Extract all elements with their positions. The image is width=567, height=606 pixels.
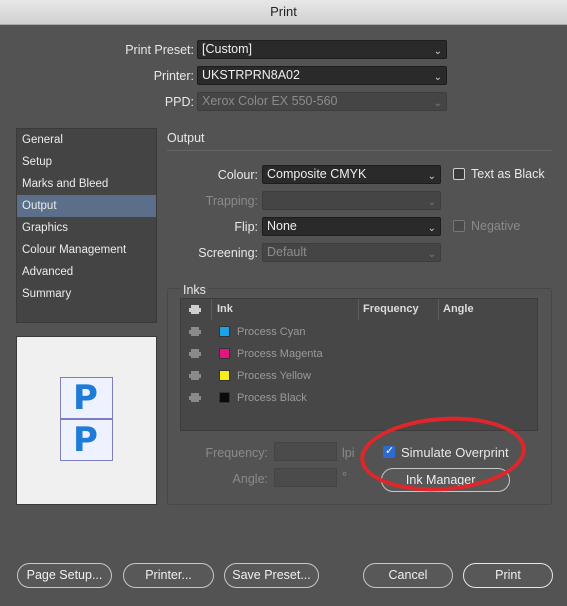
table-row[interactable]: Process Black: [181, 387, 537, 409]
column-separator: [211, 299, 212, 320]
ink-swatch: [219, 326, 230, 337]
sidebar-item-graphics[interactable]: Graphics: [17, 217, 156, 239]
ink-swatch: [219, 348, 230, 359]
page-preview: P P: [16, 336, 157, 505]
chevron-down-icon: ⌄: [427, 249, 436, 260]
sidebar-item-setup[interactable]: Setup: [17, 151, 156, 173]
colour-select[interactable]: Composite CMYK ⌄: [262, 165, 441, 184]
print-preset-select[interactable]: [Custom] ⌄: [197, 40, 447, 59]
printer-label: Printer:: [153, 69, 194, 83]
print-preset-value: [Custom]: [202, 42, 253, 56]
sidebar-item-output[interactable]: Output: [17, 195, 156, 217]
printer-icon[interactable]: [189, 327, 201, 336]
page-glyph: P: [73, 378, 98, 418]
ink-name: Process Cyan: [237, 326, 306, 338]
sidebar-item-general[interactable]: General: [17, 129, 156, 151]
chevron-down-icon: ⌄: [433, 46, 442, 57]
printer-value: UKSTRPRN8A02: [202, 68, 300, 82]
chevron-down-icon: ⌄: [427, 197, 436, 208]
save-preset-button[interactable]: Save Preset...: [224, 563, 319, 588]
output-section-title: Output: [167, 131, 205, 145]
sidebar-item-advanced[interactable]: Advanced: [17, 261, 156, 283]
printer-icon[interactable]: [189, 393, 201, 402]
sidebar-item-colour-management[interactable]: Colour Management: [17, 239, 156, 261]
flip-label: Flip:: [234, 220, 258, 234]
print-preset-label: Print Preset:: [125, 43, 194, 57]
ppd-value: Xerox Color EX 550-560: [202, 94, 338, 108]
frequency-unit: lpi: [342, 446, 355, 460]
ink-name: Process Black: [237, 392, 307, 404]
trapping-label: Trapping:: [205, 194, 258, 208]
frequency-column-header[interactable]: Frequency: [363, 299, 419, 320]
ink-table[interactable]: Ink Frequency Angle Process Cyan Process…: [180, 298, 538, 431]
printer-icon: [189, 305, 201, 314]
printer-icon[interactable]: [189, 371, 201, 380]
page-glyph: P: [73, 420, 98, 460]
angle-column-header[interactable]: Angle: [443, 299, 474, 320]
column-separator: [358, 299, 359, 320]
table-row[interactable]: Process Yellow: [181, 365, 537, 387]
cancel-button[interactable]: Cancel: [363, 563, 453, 588]
printer-button[interactable]: Printer...: [123, 563, 214, 588]
section-divider: [167, 150, 552, 151]
ink-swatch: [219, 370, 230, 381]
text-as-black-checkbox[interactable]: [453, 168, 465, 180]
colour-value: Composite CMYK: [267, 167, 367, 181]
angle-unit: °: [342, 470, 347, 484]
negative-label: Negative: [471, 219, 521, 233]
screening-select[interactable]: Default ⌄: [262, 243, 441, 262]
chevron-down-icon: ⌄: [433, 98, 442, 109]
flip-select[interactable]: None ⌄: [262, 217, 441, 236]
page-setup-button[interactable]: Page Setup...: [17, 563, 112, 588]
angle-label: Angle:: [232, 472, 268, 486]
flip-value: None: [267, 219, 297, 233]
frequency-label: Frequency:: [205, 446, 268, 460]
inks-group-title: Inks: [181, 283, 208, 297]
chevron-down-icon: ⌄: [433, 72, 442, 83]
ppd-label: PPD:: [164, 95, 194, 109]
sidebar-item-summary[interactable]: Summary: [17, 283, 156, 305]
chevron-down-icon: ⌄: [427, 223, 436, 234]
table-row[interactable]: Process Magenta: [181, 343, 537, 365]
trapping-select: ⌄: [262, 191, 441, 210]
ink-swatch: [219, 392, 230, 403]
preview-page-top: P: [60, 377, 113, 419]
ink-name: Process Yellow: [237, 370, 311, 382]
screening-label: Screening:: [198, 246, 258, 260]
table-row[interactable]: Process Cyan: [181, 321, 537, 343]
ink-name: Process Magenta: [237, 348, 323, 360]
ppd-select: Xerox Color EX 550-560 ⌄: [197, 92, 447, 111]
text-as-black-label: Text as Black: [471, 167, 545, 181]
ink-column-header[interactable]: Ink: [217, 299, 233, 320]
negative-checkbox: [453, 220, 465, 232]
colour-label: Colour:: [217, 168, 258, 182]
angle-input: [274, 468, 337, 487]
printer-select[interactable]: UKSTRPRN8A02 ⌄: [197, 66, 447, 85]
print-button[interactable]: Print: [463, 563, 553, 588]
sidebar-item-marks-and-bleed[interactable]: Marks and Bleed: [17, 173, 156, 195]
screening-value: Default: [267, 245, 307, 259]
sidebar: General Setup Marks and Bleed Output Gra…: [16, 128, 157, 323]
preview-page-bottom: P: [60, 419, 113, 461]
window-title: Print: [0, 0, 567, 25]
frequency-input: [274, 442, 337, 461]
chevron-down-icon: ⌄: [427, 171, 436, 182]
printer-icon[interactable]: [189, 349, 201, 358]
column-separator: [438, 299, 439, 320]
